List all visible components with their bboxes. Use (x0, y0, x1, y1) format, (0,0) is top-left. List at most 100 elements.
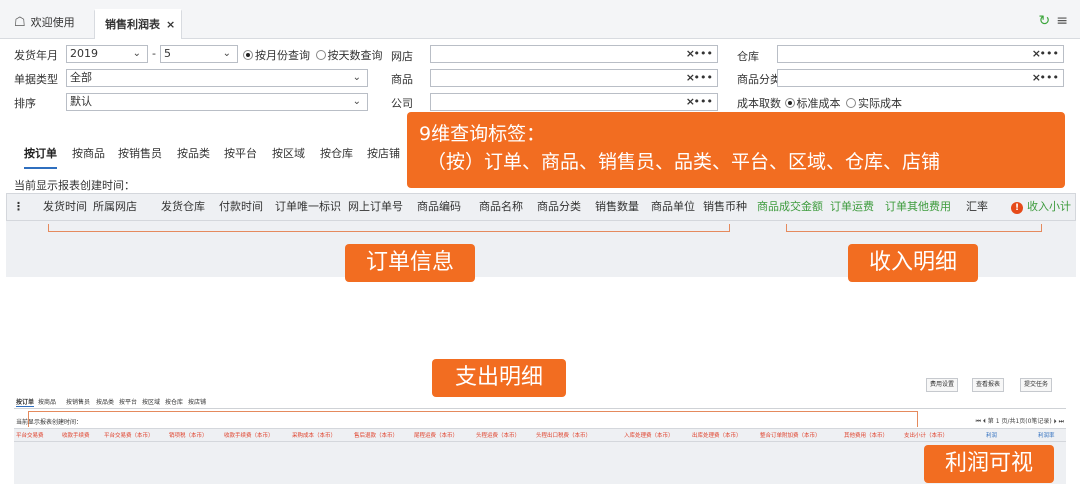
std-cost-radio[interactable] (784, 98, 795, 108)
profit-column[interactable]: 利润 (986, 431, 997, 439)
tab-by-order[interactable]: 按订单 (24, 145, 57, 169)
more-icon[interactable]: ••• (1040, 46, 1059, 62)
tab-home[interactable]: ☖ 欢迎使用 (14, 9, 75, 39)
mini-created-time: 当前显示报表创建时间： (16, 419, 83, 426)
chevron-down-icon: ⌄ (352, 72, 361, 83)
mini-dimension-tabs: 按订单 按商品 按销售员 按品类 按平台 按区域 按仓库 按店铺 (16, 397, 276, 407)
column-header[interactable]: 商品名称 (479, 194, 523, 220)
mini-tab[interactable]: 按平台 (119, 397, 137, 406)
close-icon[interactable]: × (166, 18, 175, 31)
expense-column[interactable]: 头程出口税费（本币） (536, 431, 591, 439)
refresh-icon[interactable]: ↻ (1039, 13, 1051, 29)
mini-tab[interactable]: 按商品 (38, 397, 56, 406)
profit-column[interactable]: 利润率 (1038, 431, 1055, 439)
product-field[interactable]: × ••• (430, 69, 718, 87)
dimension-callout-title: 9维查询标签： (419, 123, 546, 145)
mini-tab[interactable]: 按店铺 (188, 397, 206, 406)
more-icon[interactable]: ••• (694, 94, 713, 110)
category-field[interactable]: × ••• (777, 69, 1064, 87)
company-field[interactable]: × ••• (430, 93, 718, 111)
column-header[interactable]: 付款时间 (219, 194, 263, 220)
column-header[interactable]: 汇率 (966, 194, 988, 220)
mini-grid-header: 平台交易费 收款手续费 平台交易费（本币） 销项税（本币） 收款手续费（本币） … (14, 428, 1066, 442)
month-value: 5 (164, 47, 171, 60)
sort-select[interactable]: 默认 ⌄ (66, 93, 368, 111)
tab-by-store[interactable]: 按店铺 (367, 145, 400, 167)
mini-tab[interactable]: 按销售员 (66, 397, 90, 406)
expense-column[interactable]: 整合订单附加费（本币） (760, 431, 821, 439)
store-label: 网店 (391, 50, 413, 63)
chevron-down-icon: ⌄ (222, 48, 231, 59)
column-menu-icon[interactable]: ⋮ (13, 194, 24, 220)
fee-settings-button[interactable]: 费用设置 (926, 378, 959, 392)
expense-column[interactable]: 尾程运费（本币） (414, 431, 458, 439)
cost-source: 成本取数 标准成本 实际成本 (737, 95, 902, 111)
range-dash: - (152, 47, 156, 60)
doc-type-value: 全部 (70, 71, 92, 84)
mini-tab[interactable]: 按区域 (142, 397, 160, 406)
doc-type-select[interactable]: 全部 ⌄ (66, 69, 368, 87)
column-header[interactable]: 商品分类 (537, 194, 581, 220)
expense-column[interactable]: 平台交易费 (16, 431, 44, 439)
column-header[interactable]: 所属网店 (93, 194, 137, 220)
product-label: 商品 (391, 73, 413, 86)
expense-column[interactable]: 售后退款（本币） (354, 431, 398, 439)
chevron-down-icon: ⌄ (352, 96, 361, 107)
store-field[interactable]: × ••• (430, 45, 718, 63)
expense-column[interactable]: 收款手续费（本币） (224, 431, 274, 439)
expense-column[interactable]: 销项税（本币） (169, 431, 208, 439)
warehouse-field[interactable]: × ••• (777, 45, 1064, 63)
company-label: 公司 (391, 97, 413, 110)
tab-by-category[interactable]: 按品类 (177, 145, 210, 167)
month-select[interactable]: 5 ⌄ (160, 45, 238, 63)
column-header[interactable]: 商品编码 (417, 194, 461, 220)
expense-column[interactable]: 入库处理费（本币） (624, 431, 674, 439)
tab-by-salesperson[interactable]: 按销售员 (118, 145, 162, 167)
tab-by-region[interactable]: 按区域 (272, 145, 305, 167)
column-header-income-subtotal[interactable]: ! 收入小计 (1011, 194, 1071, 220)
submit-task-button[interactable]: 提交任务 (1020, 378, 1053, 392)
expense-column[interactable]: 收款手续费 (62, 431, 90, 439)
menu-icon[interactable]: ≡ (1056, 13, 1068, 29)
cost-label: 成本取数 (737, 97, 781, 110)
by-month-label: 按月份查询 (255, 49, 310, 62)
column-header[interactable]: 发货时间 (43, 194, 87, 220)
column-header-income[interactable]: 商品成交金额 (757, 194, 823, 220)
tab-by-warehouse[interactable]: 按仓库 (320, 145, 353, 167)
by-month-radio[interactable] (243, 50, 253, 60)
view-report-button[interactable]: 查看报表 (972, 378, 1005, 392)
column-header[interactable]: 销售币种 (703, 194, 747, 220)
expense-column[interactable]: 支出小计（本币） (904, 431, 948, 439)
expense-column[interactable]: 头程运费（本币） (476, 431, 520, 439)
tab-actions: ↻ ≡ (1039, 13, 1068, 29)
expense-column[interactable]: 出库处理费（本币） (692, 431, 742, 439)
mini-tab[interactable]: 按品类 (96, 397, 114, 406)
more-icon[interactable]: ••• (1040, 70, 1059, 86)
tab-by-product[interactable]: 按商品 (72, 145, 105, 167)
mini-tab[interactable]: 按仓库 (165, 397, 183, 406)
year-value: 2019 (70, 47, 98, 60)
column-header-income[interactable]: 订单其他费用 (885, 194, 951, 220)
column-header[interactable]: 发货仓库 (161, 194, 205, 220)
more-icon[interactable]: ••• (694, 70, 713, 86)
column-header[interactable]: 商品单位 (651, 194, 695, 220)
column-header[interactable]: 订单唯一标识 (275, 194, 341, 220)
more-icon[interactable]: ••• (694, 46, 713, 62)
actual-cost-radio[interactable] (846, 98, 856, 108)
column-header[interactable]: 网上订单号 (348, 194, 403, 220)
mini-tab[interactable]: 按订单 (16, 397, 35, 407)
dimension-callout-list: （按）订单、商品、销售员、品类、平台、区域、仓库、店铺 (427, 151, 941, 173)
tab-by-platform[interactable]: 按平台 (224, 145, 257, 167)
tab-sales-profit-label: 销售利润表 (105, 18, 160, 31)
column-header-income[interactable]: 订单运费 (830, 194, 874, 220)
year-select[interactable]: 2019 ⌄ (66, 45, 148, 63)
query-mode-radios: 按月份查询 按天数查询 (243, 47, 383, 63)
mini-pager[interactable]: ⏮ ⏴ 第 1 页/共1页(0笔记录) ⏵ ⏭ (976, 416, 1064, 426)
tab-sales-profit[interactable]: 销售利润表 × (94, 9, 182, 39)
by-days-radio[interactable] (315, 50, 326, 60)
expense-column[interactable]: 其他费用（本币） (844, 431, 888, 439)
expense-column[interactable]: 采购成本（本币） (292, 431, 336, 439)
column-header[interactable]: 销售数量 (595, 194, 639, 220)
std-cost-label: 标准成本 (796, 97, 841, 110)
expense-column[interactable]: 平台交易费（本币） (104, 431, 154, 439)
